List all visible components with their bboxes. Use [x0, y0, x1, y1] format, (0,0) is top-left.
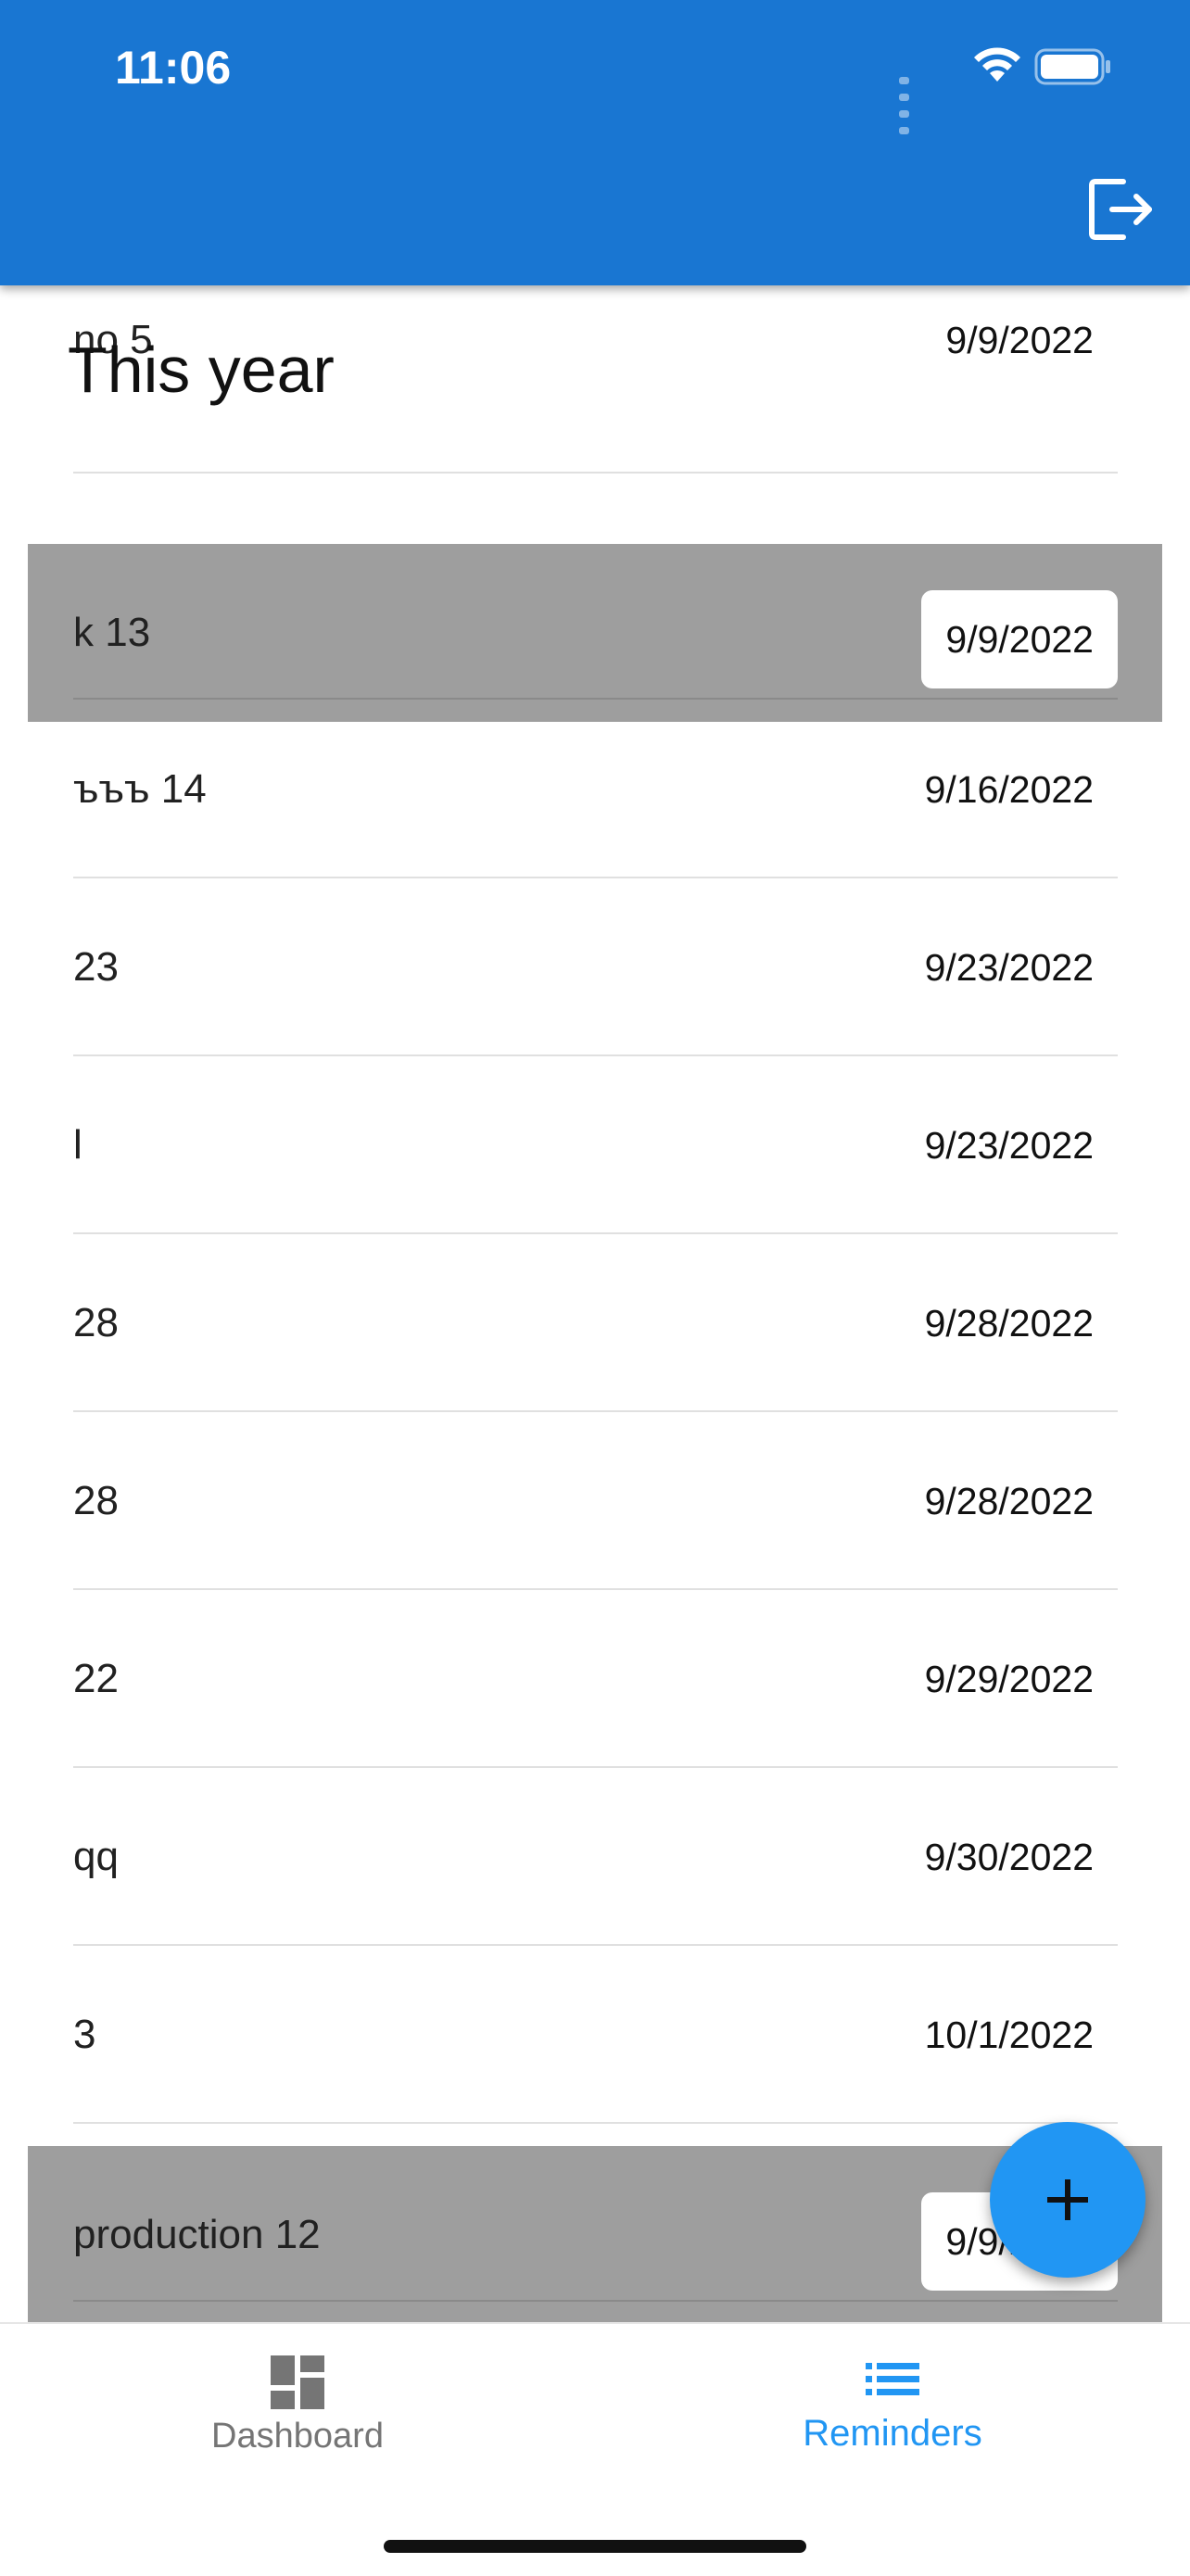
reminder-date: 9/28/2022 — [924, 1302, 1094, 1345]
reminder-title: 22 — [73, 1656, 119, 1701]
nav-reminders-label: Reminders — [803, 2413, 982, 2454]
reminder-date: 9/23/2022 — [924, 946, 1094, 989]
home-indicator — [384, 2540, 806, 2553]
reminder-title: 28 — [73, 1300, 119, 1345]
reminder-row[interactable]: 23 9/23/2022 — [28, 878, 1162, 1056]
nav-dashboard[interactable]: Dashboard — [0, 2324, 595, 2472]
cellular-signal-icon — [899, 72, 915, 139]
reminder-title: 28 — [73, 1478, 119, 1523]
reminder-date: 9/16/2022 — [924, 768, 1094, 811]
reminder-row[interactable]: qq 9/30/2022 — [28, 1768, 1162, 1946]
reminder-row[interactable]: l 9/23/2022 — [28, 1056, 1162, 1234]
status-time: 11:06 — [115, 42, 232, 94]
reminder-date-chip[interactable]: 9/9/2022 — [921, 590, 1118, 688]
nav-reminders[interactable]: Reminders — [595, 2324, 1190, 2472]
logout-icon[interactable] — [1086, 176, 1157, 243]
divider — [73, 2300, 1118, 2302]
reminder-title: ъъъ 14 — [73, 766, 207, 812]
reminder-row[interactable]: 22 9/29/2022 — [28, 1590, 1162, 1768]
reminder-title: production 12 — [73, 2212, 321, 2257]
divider — [73, 698, 1118, 700]
reminder-row-selected[interactable]: k 13 9/9/2022 — [28, 544, 1162, 722]
reminder-date: 9/30/2022 — [924, 1836, 1094, 1878]
reminder-title: l — [73, 1122, 82, 1168]
reminder-date: 10/1/2022 — [924, 2014, 1094, 2056]
reminder-title: 23 — [73, 944, 119, 990]
reminder-row[interactable]: 3 10/1/2022 — [28, 1946, 1162, 2124]
reminder-date: 9/28/2022 — [924, 1480, 1094, 1522]
nav-dashboard-label: Dashboard — [211, 2417, 384, 2456]
reminder-row[interactable]: 28 9/28/2022 — [28, 1234, 1162, 1412]
app-bar: 11:06 — [0, 0, 1190, 285]
plus-icon — [1047, 2179, 1088, 2220]
dashboard-icon — [271, 2355, 324, 2409]
reminder-title: 3 — [73, 2012, 96, 2057]
add-reminder-button[interactable] — [990, 2122, 1146, 2278]
divider — [73, 472, 1118, 474]
reminder-date: 9/29/2022 — [924, 1658, 1094, 1700]
reminder-row[interactable]: ъъъ 14 9/16/2022 — [28, 701, 1162, 878]
battery-icon — [1034, 48, 1110, 85]
list-icon — [866, 2363, 919, 2395]
divider — [73, 2122, 1118, 2124]
reminder-title: qq — [73, 1834, 119, 1879]
section-title: This year — [68, 334, 335, 406]
wifi-icon — [974, 47, 1020, 82]
reminder-row-selected[interactable]: production 12 9/9/2022 — [28, 2146, 1162, 2322]
reminder-title: k 13 — [73, 610, 151, 655]
bottom-navigation: Dashboard Reminders — [0, 2322, 1190, 2576]
reminder-date: 9/23/2022 — [924, 1124, 1094, 1167]
reminder-row[interactable]: 28 9/28/2022 — [28, 1412, 1162, 1590]
